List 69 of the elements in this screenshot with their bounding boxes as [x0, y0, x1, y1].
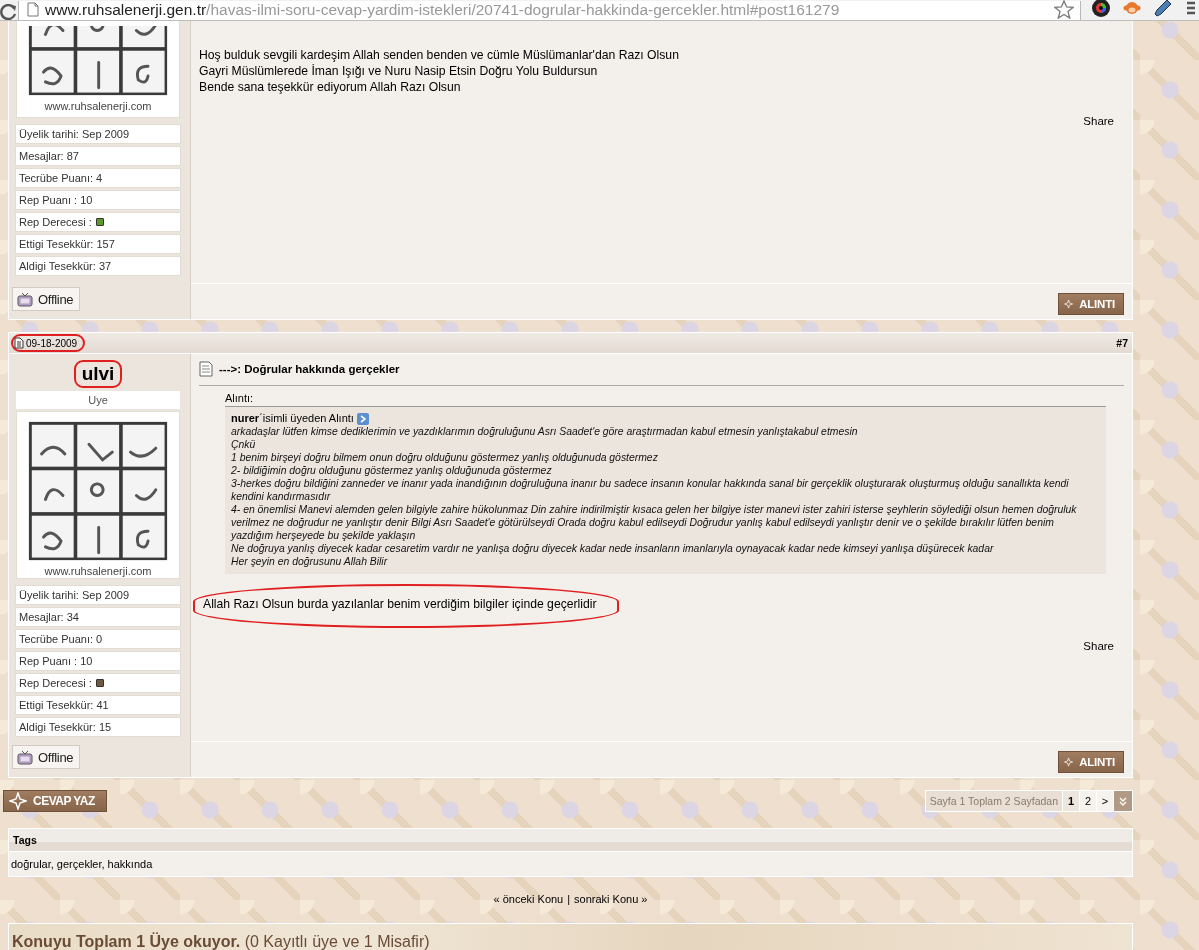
tv-icon: [17, 749, 33, 765]
reply-button[interactable]: CEVAP YAZ: [3, 790, 107, 812]
quote-author: nurer´isimli üyeden Alıntı: [231, 412, 354, 425]
reload-icon[interactable]: [0, 4, 18, 20]
tags-list[interactable]: doğrular, gerçekler, hakkında: [11, 858, 153, 870]
share-link[interactable]: Share: [199, 95, 1124, 127]
document-icon: [14, 337, 24, 349]
share-link[interactable]: Share: [199, 628, 1124, 652]
viewers-text: Konuyu Toplam 1 Üye okuyor. (0 Kayıtlı üye ve 1 Misafir): [12, 933, 430, 950]
user-stat: Rep Puanı : 10: [15, 190, 181, 210]
quote-button[interactable]: ALINTI: [1058, 292, 1124, 315]
post-text: Allah Razı Olsun burda yazılanlar benim verdiğim bilgiler içinde geçerlidir: [203, 596, 597, 612]
post-text: Gayri Müslümlerede İman Işığı ve Nuru Nasip Etsin Doğru Yolu Buldursun: [199, 63, 599, 79]
stat-label: Rep Derecesi :: [19, 216, 92, 228]
post-text: Bende sana teşekkür ediyorum Allah Razı Olsun: [199, 79, 462, 95]
tags-title: Tags: [13, 834, 37, 846]
monkey-icon[interactable]: [1123, 0, 1141, 16]
quote-label: Alıntı:: [225, 392, 255, 404]
user-stat: Üyelik tarihi: Sep 2009: [15, 124, 181, 144]
user-stat: Üyelik tarihi: Sep 2009: [15, 585, 181, 605]
quote-text: verilmez ne doğrudur ne yanlıştır denir Bilgi Asrı Saadet'e götürülseydi Orada doğru kabul edilseydi Doğrudur yanlış kabul edilseydi yanlıştır denir ve o şekilde bırakılır lütfen benim: [231, 516, 1055, 529]
user-stat: Aldigi Tesekkür: 37: [15, 256, 181, 276]
user-stat: Tecrübe Puanı: 0: [15, 629, 181, 649]
go-to-post-icon[interactable]: [356, 412, 369, 425]
stat-label: Rep Derecesi :: [19, 677, 92, 689]
quote-text: arkadaşlar lütfen kimse dediklerimin ve yazdıklarımın doğruluğunu Asrı Saadet'e göre araştırmadan kabul etmesin yanlıştakabul etmesin: [231, 425, 859, 438]
next-thread-link[interactable]: sonraki Konu »: [574, 893, 648, 909]
user-stat: Rep Puanı : 10: [15, 651, 181, 671]
avatar-caption: www.ruhsalenerji.com: [44, 99, 152, 114]
post-number[interactable]: #7: [1116, 337, 1128, 349]
chevron-down-icon: [1119, 796, 1127, 806]
user-stat: Tecrübe Puanı: 4: [15, 168, 181, 188]
avatar-caption: www.ruhsalenerji.com: [44, 564, 152, 578]
user-rank: Uye: [16, 391, 180, 409]
quote-text: kendini kandırmasıdır: [231, 490, 332, 503]
user-stat: Ettigi Tesekkür: 41: [15, 695, 181, 715]
separator: |: [567, 893, 571, 907]
tv-icon: [17, 291, 33, 307]
quote-text: Çnkü: [231, 438, 257, 451]
quote-text: 3-herkes doğru bildiğini zanneder ve inanır yada inandığının doğruluğuna inanır bu sadece insanın konular hakkında sanal bir gerçeklik oluşturarak oluşturmuş olduğu sanallıkta kendi: [231, 477, 1070, 490]
post-text: Hoş bulduk sevgili kardeşim Allah senden benden ve cümle Müslümanlar'dan Razı Olsun: [199, 47, 680, 63]
status-label: Offline: [38, 291, 74, 307]
quote-text: 4- en önemlisi Manevi alemden gelen bilgiyle zahire hükolunmaz Din zahire indirilmiştir kısaca gelen her bilgiye ister manevi ister zahiri isterse şeyhlerin söylediği olsun hemen doğruluk: [231, 503, 1078, 516]
quote-text: Ne doğruya yanlış diyecek kadar cesaretim vardır ne yanlışa doğru diyecek kadar nede insanların imanlarıyla oynayacak kadar nede kimseyi yanlışa düşürecek kadar: [231, 542, 995, 555]
page-menu-button[interactable]: [1113, 791, 1132, 811]
page-icon: [27, 2, 39, 17]
quote-text: 2- bildiğimin doğru olduğunu göstermez yanlış olduğunuda göstermez: [231, 464, 553, 477]
page-link[interactable]: 2: [1079, 791, 1096, 811]
sparkle-icon: [9, 792, 27, 810]
quote-text: yazdığım herşeyede bu şekilde yaklaşın: [231, 529, 417, 542]
user-stat: Mesajlar: 34: [15, 607, 181, 627]
user-stat: Mesajlar: 87: [15, 146, 181, 166]
page-link[interactable]: 1: [1062, 791, 1079, 811]
user-stat: Aldigi Tesekkür: 15: [15, 717, 181, 737]
quote-button[interactable]: ALINTI: [1058, 750, 1124, 773]
user-stat: Ettigi Tesekkür: 157: [15, 234, 181, 254]
page-count: Sayfa 1 Toplam 2 Sayfadan: [928, 794, 1059, 809]
quote-text: Her şeyin en doğrusunu Allah Bilir: [231, 555, 389, 568]
quote-text: 1 benim birşeyi doğru bilmem onun doğru olduğunu göstermez yanlış olduğunuda göstermez: [231, 451, 659, 464]
menu-icon[interactable]: [1185, 0, 1195, 17]
previous-thread-link[interactable]: « önceki Konu: [493, 893, 564, 909]
username[interactable]: ulvi: [73, 360, 123, 388]
document-icon: [199, 361, 213, 377]
post-date: 09-18-2009: [11, 334, 86, 352]
camera-icon[interactable]: [1091, 0, 1111, 18]
star-icon[interactable]: [1054, 0, 1074, 19]
page-link[interactable]: >: [1096, 791, 1113, 811]
status-label: Offline: [38, 749, 74, 765]
post-title: --->: Doğrular hakkında gerçekler: [219, 363, 400, 375]
